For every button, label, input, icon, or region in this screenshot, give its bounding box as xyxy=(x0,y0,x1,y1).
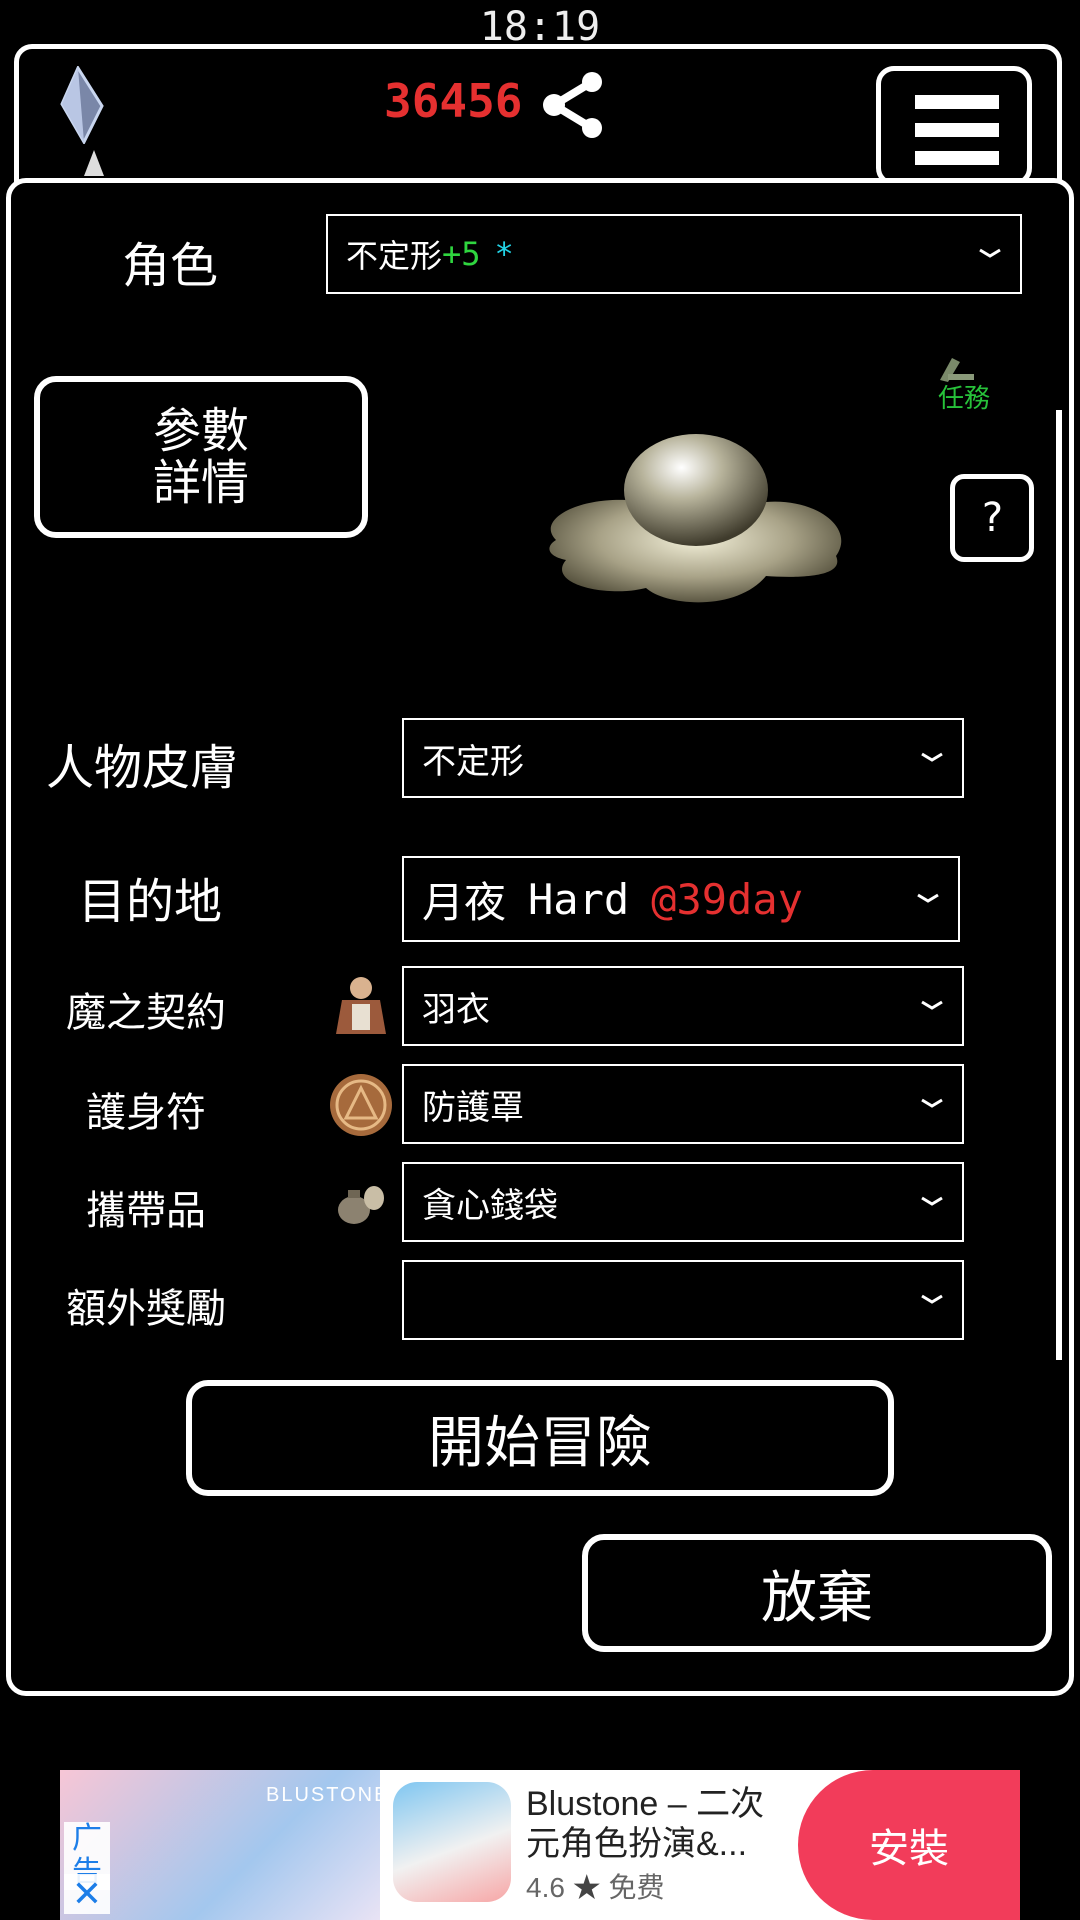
menu-bar-icon xyxy=(915,123,999,137)
character-level: +5 xyxy=(442,235,481,273)
contract-label: 魔之契約 xyxy=(66,990,226,1036)
chevron-down-icon xyxy=(921,1000,943,1010)
destination-place: 月夜 xyxy=(422,877,507,927)
money-bag-icon xyxy=(338,1186,384,1224)
ad-price: 免费 xyxy=(608,1872,665,1903)
character-label: 角色 xyxy=(121,238,218,294)
start-adventure-button[interactable]: 開始冒險 xyxy=(186,1380,894,1496)
quest-label: 任務 xyxy=(938,384,991,414)
ad-app-icon[interactable] xyxy=(393,1782,511,1902)
ad-rating-value: 4.6 xyxy=(526,1872,565,1903)
chevron-down-icon xyxy=(921,1196,943,1206)
ad-title[interactable]: Blustone – 二次元角色扮演&... xyxy=(526,1784,796,1864)
menu-bar-icon xyxy=(915,151,999,165)
menu-button[interactable] xyxy=(876,66,1032,186)
params-detail-line2: 詳情 xyxy=(152,455,249,511)
character-name: 不定形 xyxy=(346,237,443,275)
amulet-select[interactable]: 防護罩 xyxy=(402,1064,964,1144)
chevron-down-icon xyxy=(921,752,943,762)
chevron-down-icon xyxy=(921,1294,943,1304)
scrollbar[interactable] xyxy=(1056,410,1062,1360)
destination-difficulty: Hard xyxy=(528,874,630,924)
carry-select[interactable]: 貪心錢袋 xyxy=(402,1162,964,1242)
contract-icon xyxy=(336,977,386,1034)
destination-label: 目的地 xyxy=(77,874,222,930)
chevron-down-icon xyxy=(921,1098,943,1108)
params-detail-line1: 參數 xyxy=(152,403,249,459)
params-detail-button[interactable]: 參數 詳情 xyxy=(34,376,368,538)
give-up-button[interactable]: 放棄 xyxy=(582,1534,1052,1652)
character-select[interactable]: 不定形 +5 * xyxy=(326,214,1022,294)
menu-bar-icon xyxy=(915,95,999,109)
skin-select[interactable]: 不定形 xyxy=(402,718,964,798)
chevron-down-icon xyxy=(917,893,939,903)
destination-day: @39day xyxy=(651,874,803,924)
chevron-down-icon xyxy=(979,248,1001,258)
share-icon[interactable] xyxy=(540,72,606,138)
carry-label: 攜帶品 xyxy=(86,1188,206,1234)
ad-banner-text: BLUSTONE xyxy=(266,1784,390,1806)
carry-value: 貪心錢袋 xyxy=(422,1185,558,1226)
key-icon xyxy=(84,150,104,176)
character-portrait xyxy=(549,434,842,603)
bonus-label: 額外獎勵 xyxy=(66,1286,226,1332)
help-button[interactable]: ? xyxy=(950,474,1034,562)
skin-label: 人物皮膚 xyxy=(46,740,239,796)
amulet-icon xyxy=(330,1074,392,1136)
destination-select[interactable]: 月夜 Hard @39day xyxy=(402,856,960,942)
character-mark: * xyxy=(494,235,514,273)
ad-rating: 4.6 ★ 免费 xyxy=(526,1866,665,1906)
star-icon: ★ xyxy=(572,1872,601,1903)
quest-button[interactable]: 任務 xyxy=(934,356,1004,416)
amulet-label: 護身符 xyxy=(86,1090,206,1136)
ad-close-icon[interactable]: ✕ xyxy=(64,1874,110,1914)
currency-counter: 36456 xyxy=(384,74,523,128)
skin-value: 不定形 xyxy=(422,741,524,782)
ad-install-button[interactable]: 安裝 xyxy=(798,1770,1020,1920)
amulet-value: 防護罩 xyxy=(422,1087,524,1128)
crystal-icon xyxy=(60,66,104,144)
contract-value: 羽衣 xyxy=(422,989,490,1030)
bonus-select[interactable] xyxy=(402,1260,964,1340)
contract-select[interactable]: 羽衣 xyxy=(402,966,964,1046)
